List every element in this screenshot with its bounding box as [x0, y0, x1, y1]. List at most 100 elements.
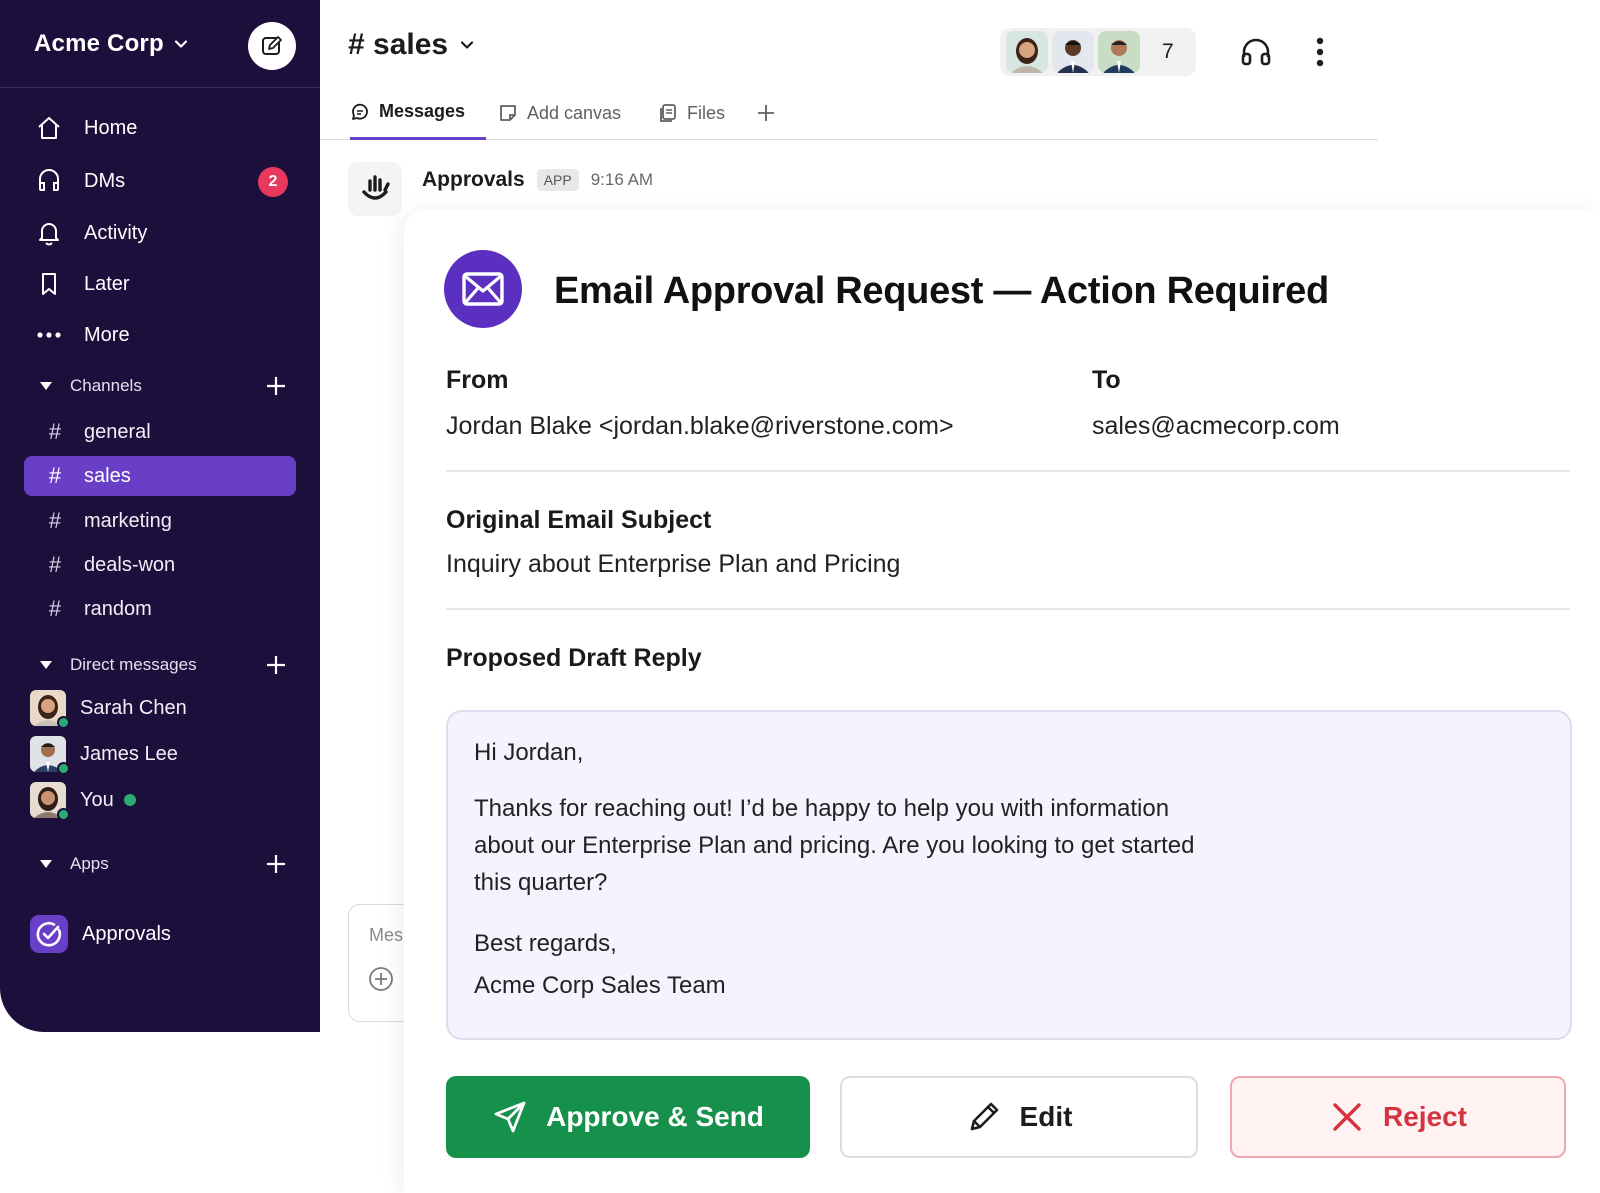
dms-icon — [34, 166, 64, 196]
channels-section-header[interactable]: Channels — [38, 371, 288, 401]
dm-sarah-chen[interactable]: Sarah Chen — [30, 688, 187, 729]
channel-title-button[interactable]: # sales — [348, 28, 474, 62]
workspace-switcher[interactable]: Acme Corp — [34, 30, 188, 58]
channel-options-button[interactable] — [1300, 32, 1340, 72]
nav-later[interactable]: Later — [34, 266, 130, 302]
online-status-dot — [123, 794, 136, 806]
messages-icon — [352, 103, 368, 120]
presence-indicator — [57, 716, 70, 729]
caret-down-icon — [40, 860, 52, 868]
caret-down-icon — [40, 382, 52, 390]
dms-section-header[interactable]: Direct messages — [38, 650, 288, 680]
canvas-icon — [500, 105, 516, 121]
workspace-name: Acme Corp — [34, 30, 164, 57]
app-approvals[interactable]: Approvals — [30, 914, 171, 954]
nav-activity[interactable]: Activity — [34, 215, 147, 251]
nav-home[interactable]: Home — [34, 110, 137, 146]
divider — [446, 470, 1570, 472]
add-channel-icon[interactable] — [264, 374, 288, 398]
add-app-icon[interactable] — [264, 852, 288, 876]
dm-james-lee[interactable]: James Lee — [30, 734, 178, 775]
sidebar: Acme Corp Home DMs 2 Activity Later More… — [0, 0, 320, 1032]
bookmark-icon — [34, 269, 64, 299]
button-label: Approve & Send — [546, 1101, 764, 1132]
plus-icon — [758, 105, 774, 121]
dm-you[interactable]: You — [30, 780, 136, 821]
channel-sales[interactable]: # sales — [24, 456, 296, 496]
headphones-icon — [1241, 38, 1271, 66]
channel-random[interactable]: # random — [24, 589, 296, 629]
member-avatar — [1006, 31, 1048, 73]
hash-icon: # — [48, 552, 62, 577]
draft-reply-box: Hi Jordan, Thanks for reaching out! I’d … — [446, 710, 1572, 1040]
draft-signoff: Best regards, — [474, 930, 617, 957]
message-meta: Approvals APP 9:16 AM — [422, 168, 653, 192]
apps-section-header[interactable]: Apps — [38, 849, 288, 879]
nav-label: Activity — [84, 221, 148, 244]
member-avatar — [1098, 31, 1140, 73]
channel-marketing[interactable]: # marketing — [24, 501, 296, 541]
nav-label: More — [84, 323, 130, 346]
avatar — [30, 782, 70, 821]
draft-body-line: about our Enterprise Plan and pricing. A… — [474, 832, 1195, 859]
member-count: 7 — [1162, 40, 1174, 63]
more-vertical-icon — [1316, 37, 1324, 67]
nav-more[interactable]: More — [34, 317, 130, 353]
tab-label: Messages — [379, 101, 466, 121]
bell-icon — [34, 218, 64, 248]
send-icon — [494, 1101, 526, 1133]
app-tag: APP — [536, 169, 579, 191]
approve-send-button[interactable]: Approve & Send — [446, 1076, 810, 1158]
home-icon — [34, 113, 64, 143]
channel-name: general — [84, 420, 151, 443]
draft-signature: Acme Corp Sales Team — [474, 972, 726, 999]
to-value: sales@acmecorp.com — [1092, 412, 1340, 440]
compose-button[interactable] — [248, 22, 296, 70]
section-label: Apps — [70, 854, 109, 873]
hash-icon: # — [48, 508, 62, 533]
nav-dms[interactable]: DMs — [34, 163, 125, 199]
add-tab-button[interactable] — [756, 86, 776, 140]
tab-label: Add canvas — [527, 102, 622, 123]
channel-name: random — [84, 597, 152, 620]
tab-add-canvas[interactable]: Add canvas — [498, 86, 621, 140]
draft-label: Proposed Draft Reply — [446, 644, 702, 672]
huddle-button[interactable] — [1236, 32, 1276, 72]
reject-button[interactable]: Reject — [1230, 1076, 1566, 1158]
channel-tabs: Messages Add canvas Files — [320, 86, 1378, 140]
tab-files[interactable]: Files — [658, 86, 725, 140]
files-icon — [660, 104, 676, 122]
app-name: Approvals — [82, 922, 171, 945]
section-label: Direct messages — [70, 655, 197, 674]
tab-messages[interactable]: Messages — [350, 86, 486, 140]
channel-title: # sales — [348, 28, 449, 61]
approvals-bot-avatar[interactable] — [348, 162, 402, 216]
section-label: Channels — [70, 376, 142, 395]
message-sender[interactable]: Approvals — [422, 168, 525, 192]
dm-name: Sarah Chen — [80, 696, 187, 719]
card-title: Email Approval Request — Action Required — [554, 270, 1329, 312]
hash-icon: # — [48, 463, 62, 488]
presence-indicator — [57, 808, 70, 821]
nav-label: Home — [84, 116, 138, 139]
edit-button[interactable]: Edit — [840, 1076, 1198, 1158]
to-label: To — [1092, 366, 1121, 394]
channel-general[interactable]: # general — [24, 412, 296, 452]
nav-label: Later — [84, 272, 130, 295]
channel-deals-won[interactable]: # deals-won — [24, 545, 296, 585]
draft-body-line: Thanks for reaching out! I’d be happy to… — [474, 795, 1170, 822]
member-avatar — [1052, 31, 1094, 73]
subject-label: Original Email Subject — [446, 506, 712, 534]
more-horizontal-icon — [34, 320, 64, 350]
channel-members-button[interactable]: 7 — [1000, 28, 1196, 76]
from-value: Jordan Blake <jordan.blake@riverstone.co… — [446, 412, 954, 440]
wave-hand-icon — [362, 175, 390, 200]
message-timestamp[interactable]: 9:16 AM — [591, 170, 653, 190]
hash-icon: # — [48, 596, 62, 621]
tab-label: Files — [687, 102, 726, 123]
add-attachment-icon[interactable] — [367, 965, 395, 993]
add-dm-icon[interactable] — [264, 653, 288, 677]
workspace-header: Acme Corp — [0, 0, 320, 88]
divider — [446, 608, 1570, 610]
envelope-icon — [444, 250, 522, 328]
